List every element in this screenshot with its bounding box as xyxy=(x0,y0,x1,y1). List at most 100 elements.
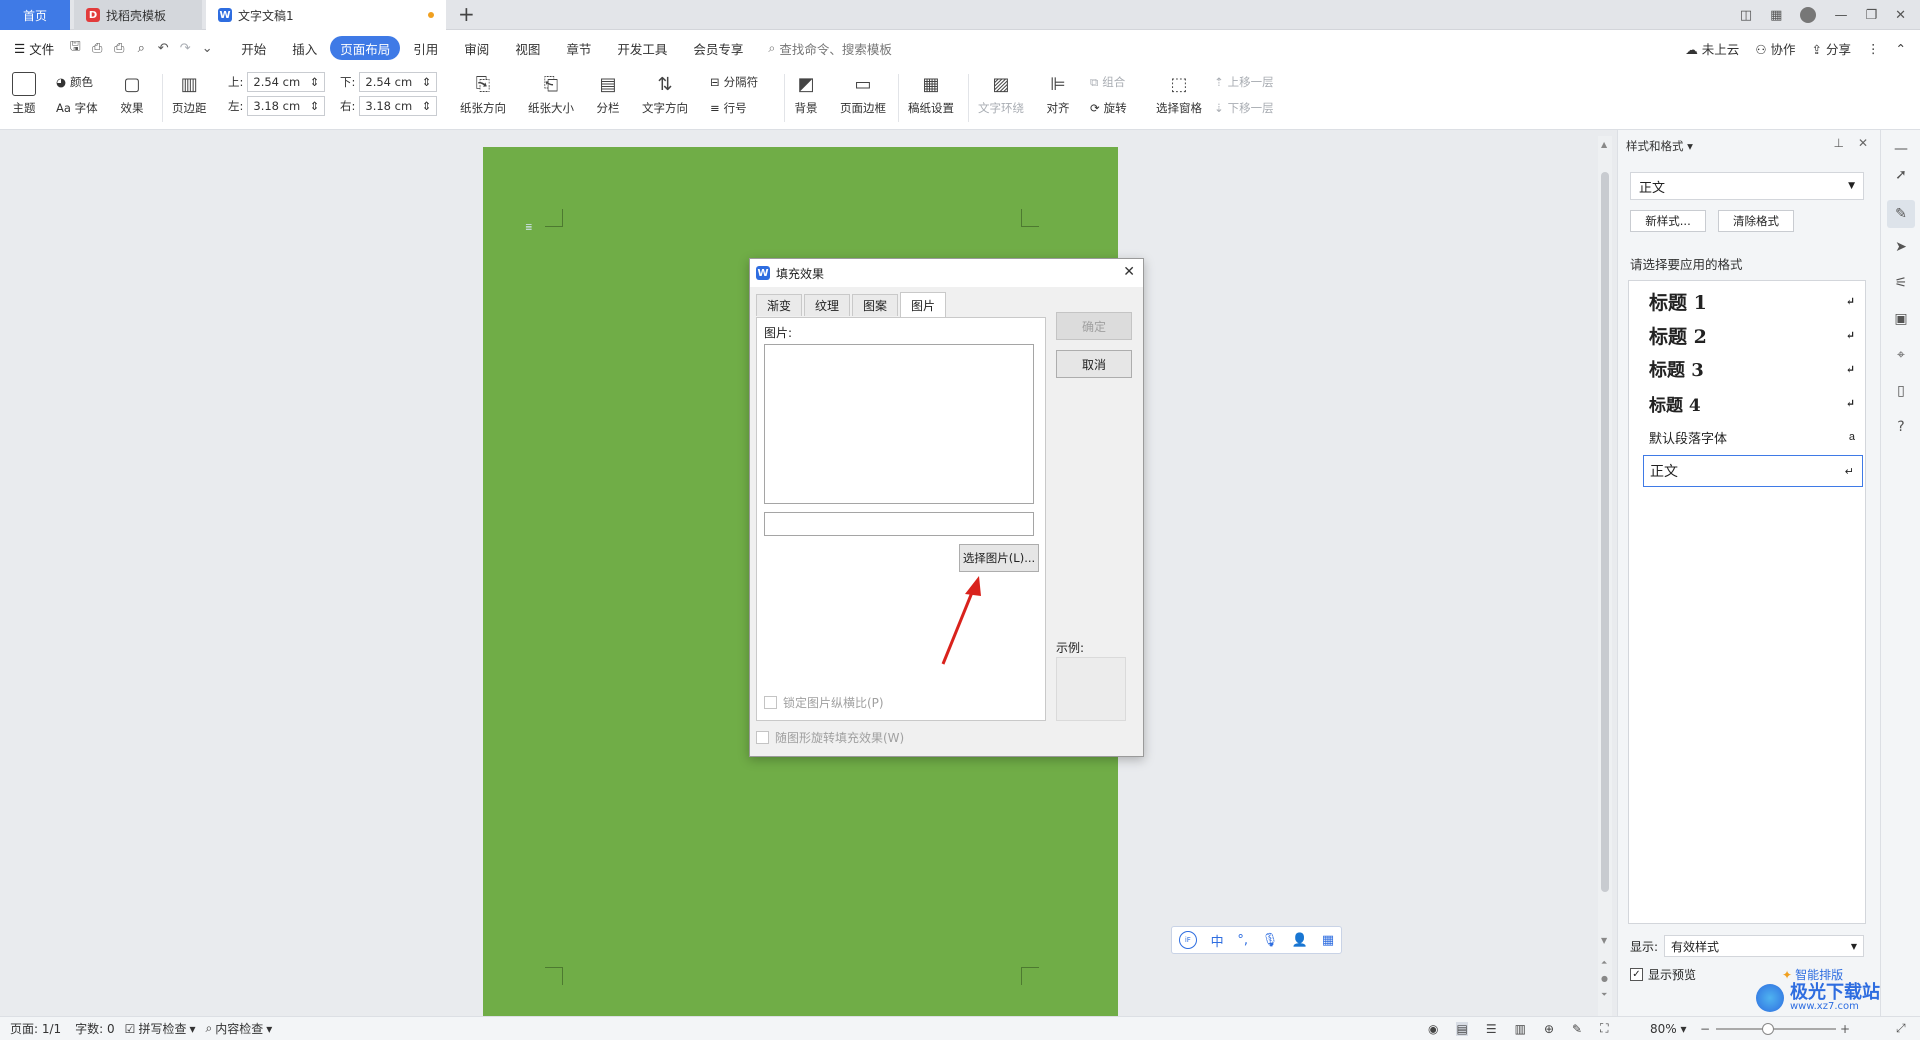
read-view-icon[interactable]: ▥ xyxy=(1515,1022,1526,1036)
eye-protection-icon[interactable]: ◉ xyxy=(1428,1022,1438,1036)
scroll-thumb[interactable] xyxy=(1601,172,1609,892)
punctuation-icon[interactable]: °, xyxy=(1237,933,1248,948)
rail-collapse-icon[interactable]: — xyxy=(1892,140,1910,158)
text-wrap-button[interactable]: ▨ 文字环绕 xyxy=(978,72,1024,116)
command-search[interactable]: ⌕ 查找命令、搜索模板 xyxy=(768,39,892,58)
tab-gradient[interactable]: 渐变 xyxy=(756,294,803,316)
minimize-icon[interactable]: — xyxy=(1834,8,1847,23)
navigation-icon[interactable]: ⌖ xyxy=(1892,346,1910,364)
prev-page-icon[interactable]: ⏶ xyxy=(1601,958,1607,968)
group-button[interactable]: ⧉ 组合 xyxy=(1090,74,1125,90)
user-avatar[interactable] xyxy=(1800,7,1817,23)
rotate-fill-checkbox[interactable]: 随图形旋转填充效果(W) xyxy=(756,729,904,746)
theme-button[interactable]: 主题 xyxy=(12,72,36,116)
write-view-icon[interactable]: ✎ xyxy=(1572,1022,1582,1036)
browse-object-icon[interactable]: ● xyxy=(1601,974,1608,983)
dialog-close-icon[interactable]: ✕ xyxy=(1123,264,1135,280)
zoom-slider-thumb[interactable] xyxy=(1762,1023,1774,1035)
align-button[interactable]: ⊫ 对齐 xyxy=(1046,72,1070,116)
menu-item-chapter[interactable]: 章节 xyxy=(553,36,604,60)
layout-toggle-icon[interactable]: ◫ xyxy=(1740,8,1752,23)
show-select[interactable]: 有效样式 ▼ xyxy=(1664,935,1865,957)
export-pdf-icon[interactable]: ⎙ xyxy=(86,37,108,59)
book-icon[interactable]: ▯ xyxy=(1892,382,1910,400)
ime-apps-icon[interactable]: ▦ xyxy=(1322,933,1334,948)
rotate-button[interactable]: ⟳ 旋转 xyxy=(1090,100,1127,116)
zoom-in-icon[interactable]: + xyxy=(1840,1022,1850,1036)
print-icon[interactable]: ⎙ xyxy=(108,37,130,59)
tab-pattern[interactable]: 图案 xyxy=(852,294,899,316)
menu-item-insert[interactable]: 插入 xyxy=(279,36,330,60)
vertical-scrollbar[interactable]: ▲ ▼ ⏶ ● ⏷ xyxy=(1598,136,1612,1020)
web-view-icon[interactable]: ⊕ xyxy=(1544,1022,1554,1036)
undo-icon[interactable]: ↶ xyxy=(152,37,174,59)
help-icon[interactable]: ? xyxy=(1892,418,1910,436)
tab-home[interactable]: 首页 xyxy=(0,0,70,30)
selection-pane-button[interactable]: ⬚ 选择窗格 xyxy=(1156,72,1202,116)
bring-forward-button[interactable]: ⇡ 上移一层 xyxy=(1214,74,1274,90)
rocket-icon[interactable]: ➚ xyxy=(1892,166,1910,184)
fullscreen-icon[interactable]: ⤢ xyxy=(1896,1021,1906,1036)
collapse-ribbon-icon[interactable]: ⌃ xyxy=(1896,41,1906,56)
cancel-button[interactable]: 取消 xyxy=(1056,350,1132,378)
collaborate-button[interactable]: ⚇ 协作 xyxy=(1755,39,1795,58)
zoom-slider[interactable] xyxy=(1716,1028,1836,1030)
margin-top-field[interactable]: 上: 2.54 cm ⇕ xyxy=(228,72,326,92)
style-format-icon[interactable]: ✎ xyxy=(1887,200,1915,228)
menu-item-view[interactable]: 视图 xyxy=(502,36,553,60)
new-tab-plus-icon[interactable]: + xyxy=(458,2,475,26)
style-item-heading-1[interactable]: 标题 1 ↵ xyxy=(1643,285,1863,317)
panel-close-icon[interactable]: ✕ xyxy=(1858,136,1868,150)
tab-template[interactable]: D 找稻壳模板 xyxy=(74,0,202,30)
scroll-down-icon[interactable]: ▼ xyxy=(1601,936,1607,945)
menu-item-review[interactable]: 审阅 xyxy=(451,36,502,60)
adjust-sliders-icon[interactable]: ⚟ xyxy=(1892,274,1910,292)
microphone-icon[interactable]: 🎙 xyxy=(1262,933,1279,948)
color-button[interactable]: ◕ 颜色 xyxy=(56,74,93,90)
spell-check-toggle[interactable]: ☑ 拼写检查 ▾ xyxy=(125,1020,196,1037)
paper-size-button[interactable]: ⎗ 纸张大小 xyxy=(528,72,574,116)
tab-texture[interactable]: 纹理 xyxy=(804,294,851,316)
fit-page-icon[interactable]: ⛶ xyxy=(1600,1021,1608,1036)
page-view-icon[interactable]: ▤ xyxy=(1456,1021,1468,1036)
menu-item-dev-tools[interactable]: 开发工具 xyxy=(604,36,680,60)
margin-bottom-field[interactable]: 下: 2.54 cm ⇕ xyxy=(340,72,438,92)
save-icon[interactable]: 🖫 xyxy=(64,37,86,59)
margin-right-field[interactable]: 右: 3.18 cm ⇕ xyxy=(340,96,438,116)
clear-format-button[interactable]: 清除格式 xyxy=(1718,210,1794,232)
more-icon[interactable]: ⋮ xyxy=(1867,41,1880,56)
style-item-heading-4[interactable]: 标题 4 ↵ xyxy=(1643,387,1863,419)
tab-picture[interactable]: 图片 xyxy=(900,292,947,318)
scroll-up-icon[interactable]: ▲ xyxy=(1601,140,1607,149)
lock-ratio-checkbox[interactable]: 锁定图片纵横比(P) xyxy=(764,694,884,711)
font-button[interactable]: Aa 字体 xyxy=(56,100,98,116)
style-item-heading-3[interactable]: 标题 3 ↵ xyxy=(1643,353,1863,385)
image-tool-icon[interactable]: ▣ xyxy=(1892,310,1910,328)
page-count[interactable]: 页面: 1/1 xyxy=(10,1020,61,1037)
styles-panel-header[interactable]: 样式和格式 ▾ xyxy=(1626,138,1693,154)
share-button[interactable]: ⇪ 分享 xyxy=(1812,39,1851,58)
apps-grid-icon[interactable]: ▦ xyxy=(1770,8,1782,23)
next-page-icon[interactable]: ⏷ xyxy=(1601,990,1607,1000)
separator-button[interactable]: ⊟ 分隔符 xyxy=(710,74,758,90)
style-item-heading-2[interactable]: 标题 2 ↵ xyxy=(1643,319,1863,351)
file-menu[interactable]: ☰ 文件 xyxy=(0,39,64,58)
send-backward-button[interactable]: ⇣ 下移一层 xyxy=(1214,100,1274,116)
menu-item-start[interactable]: 开始 xyxy=(228,36,279,60)
close-icon[interactable]: ✕ xyxy=(1895,8,1906,23)
effect-button[interactable]: ▢ 效果 xyxy=(120,72,144,116)
style-item-body[interactable]: 正文 ↵ xyxy=(1643,455,1863,487)
text-direction-button[interactable]: ⇅ 文字方向 xyxy=(642,72,688,116)
new-style-button[interactable]: 新样式... xyxy=(1630,210,1706,232)
manuscript-button[interactable]: ▦ 稿纸设置 xyxy=(908,72,954,116)
background-button[interactable]: ◩ 背景 xyxy=(794,72,818,116)
style-item-default-font[interactable]: 默认段落字体 a xyxy=(1643,423,1863,451)
tab-document[interactable]: W 文字文稿1 xyxy=(206,0,446,30)
page-border-button[interactable]: ▭ 页面边框 xyxy=(840,72,886,116)
line-number-button[interactable]: ≡ 行号 xyxy=(710,100,747,116)
outline-view-icon[interactable]: ☰ xyxy=(1486,1022,1497,1036)
show-preview-checkbox[interactable]: ✓ 显示预览 xyxy=(1630,966,1696,983)
menu-item-page-layout[interactable]: 页面布局 xyxy=(330,36,401,60)
customize-toolbar-icon[interactable]: ⌄ xyxy=(196,37,218,59)
iflytek-logo-icon[interactable]: iF xyxy=(1178,931,1197,949)
